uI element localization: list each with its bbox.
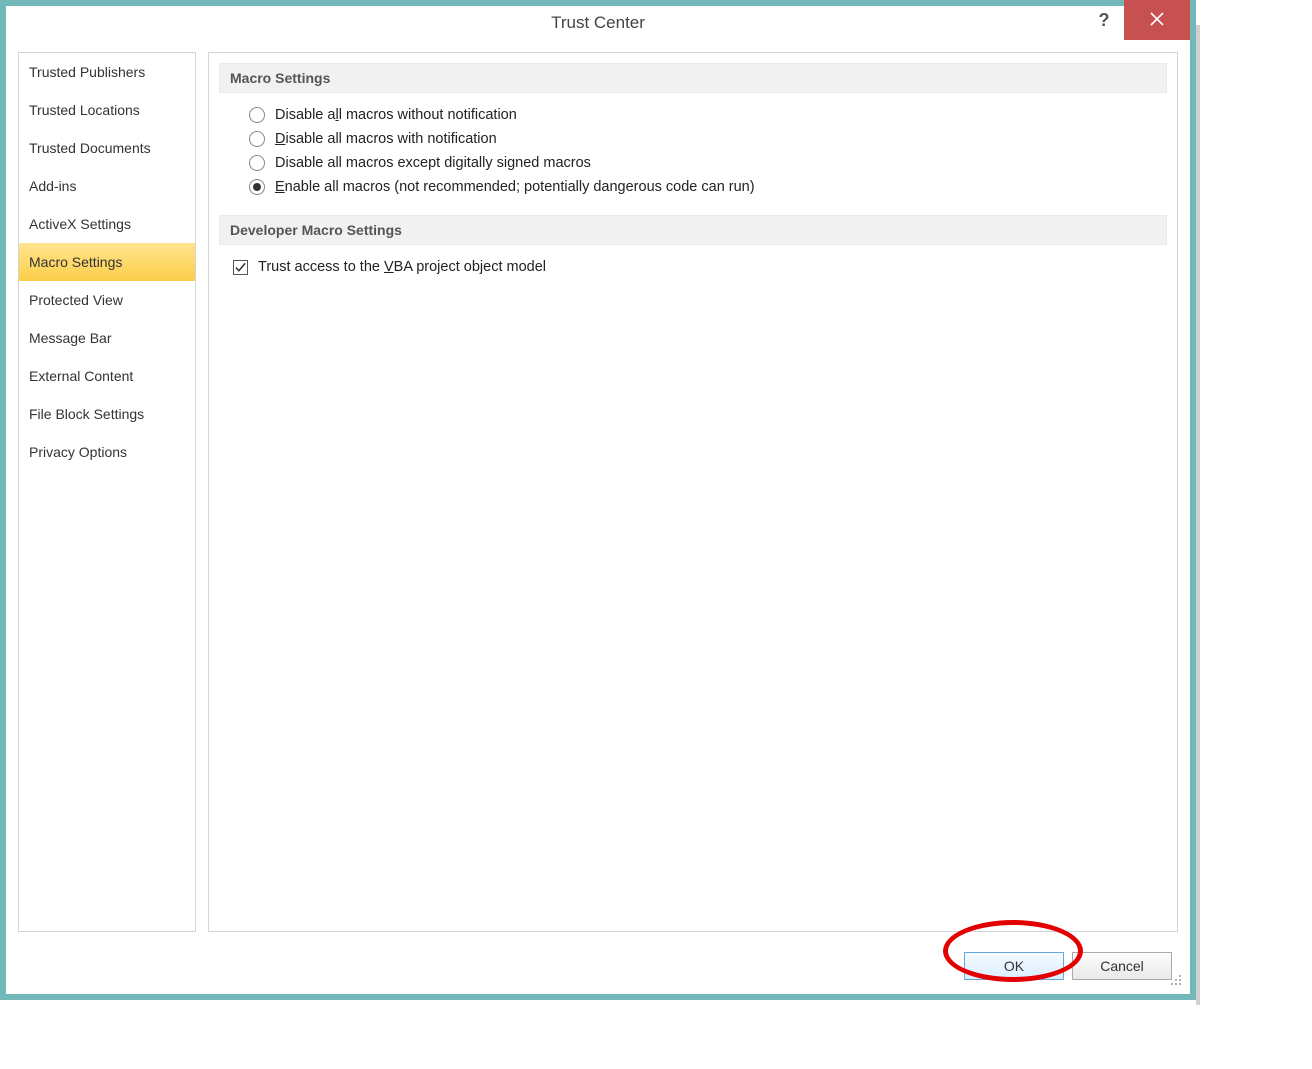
help-button[interactable]: ? bbox=[1084, 0, 1124, 40]
developer-macro-settings-group: Trust access to the VBA project object m… bbox=[219, 255, 1167, 279]
sidebar: Trusted Publishers Trusted Locations Tru… bbox=[18, 52, 196, 932]
sidebar-item-macro-settings[interactable]: Macro Settings bbox=[19, 243, 195, 281]
radio-disable-without-notification[interactable]: Disable all macros without notification bbox=[249, 103, 1167, 127]
section-header-macro-settings: Macro Settings bbox=[219, 63, 1167, 93]
checkbox-label: Trust access to the VBA project object m… bbox=[258, 259, 546, 275]
radio-icon bbox=[249, 107, 265, 123]
sidebar-item-protected-view[interactable]: Protected View bbox=[19, 281, 195, 319]
checkbox-trust-vba-project[interactable]: Trust access to the VBA project object m… bbox=[233, 255, 1167, 279]
sidebar-item-external-content[interactable]: External Content bbox=[19, 357, 195, 395]
window-title: Trust Center bbox=[551, 13, 645, 33]
ok-button[interactable]: OK bbox=[964, 952, 1064, 980]
sidebar-item-file-block-settings[interactable]: File Block Settings bbox=[19, 395, 195, 433]
shadow-decoration bbox=[1196, 25, 1200, 1005]
radio-label: Disable all macros except digitally sign… bbox=[275, 155, 591, 171]
resize-grip-icon[interactable] bbox=[1168, 972, 1182, 986]
main-pane: Macro Settings Disable all macros withou… bbox=[208, 52, 1178, 932]
macro-settings-radio-group: Disable all macros without notification … bbox=[219, 103, 1167, 199]
section-header-developer-macro-settings: Developer Macro Settings bbox=[219, 215, 1167, 245]
trust-center-dialog: Trust Center ? Trusted Publishers Truste… bbox=[0, 0, 1196, 1000]
sidebar-item-trusted-publishers[interactable]: Trusted Publishers bbox=[19, 53, 195, 91]
radio-label: Disable all macros without notification bbox=[275, 107, 517, 123]
radio-icon bbox=[249, 155, 265, 171]
close-icon bbox=[1150, 12, 1164, 29]
cancel-button[interactable]: Cancel bbox=[1072, 952, 1172, 980]
dialog-body: Trusted Publishers Trusted Locations Tru… bbox=[0, 40, 1196, 1000]
dialog-buttons: OK Cancel bbox=[964, 952, 1172, 980]
radio-disable-with-notification[interactable]: Disable all macros with notification bbox=[249, 127, 1167, 151]
radio-icon bbox=[249, 131, 265, 147]
radio-icon-selected bbox=[249, 179, 265, 195]
sidebar-item-trusted-documents[interactable]: Trusted Documents bbox=[19, 129, 195, 167]
titlebar: Trust Center ? bbox=[0, 0, 1196, 40]
sidebar-item-privacy-options[interactable]: Privacy Options bbox=[19, 433, 195, 471]
radio-label: Enable all macros (not recommended; pote… bbox=[275, 179, 755, 195]
radio-label: Disable all macros with notification bbox=[275, 131, 497, 147]
sidebar-item-trusted-locations[interactable]: Trusted Locations bbox=[19, 91, 195, 129]
radio-disable-except-signed[interactable]: Disable all macros except digitally sign… bbox=[249, 151, 1167, 175]
sidebar-item-add-ins[interactable]: Add-ins bbox=[19, 167, 195, 205]
radio-enable-all-macros[interactable]: Enable all macros (not recommended; pote… bbox=[249, 175, 1167, 199]
titlebar-controls: ? bbox=[1084, 0, 1190, 40]
close-button[interactable] bbox=[1124, 0, 1190, 40]
sidebar-item-activex-settings[interactable]: ActiveX Settings bbox=[19, 205, 195, 243]
sidebar-item-message-bar[interactable]: Message Bar bbox=[19, 319, 195, 357]
checkbox-checked-icon bbox=[233, 260, 248, 275]
